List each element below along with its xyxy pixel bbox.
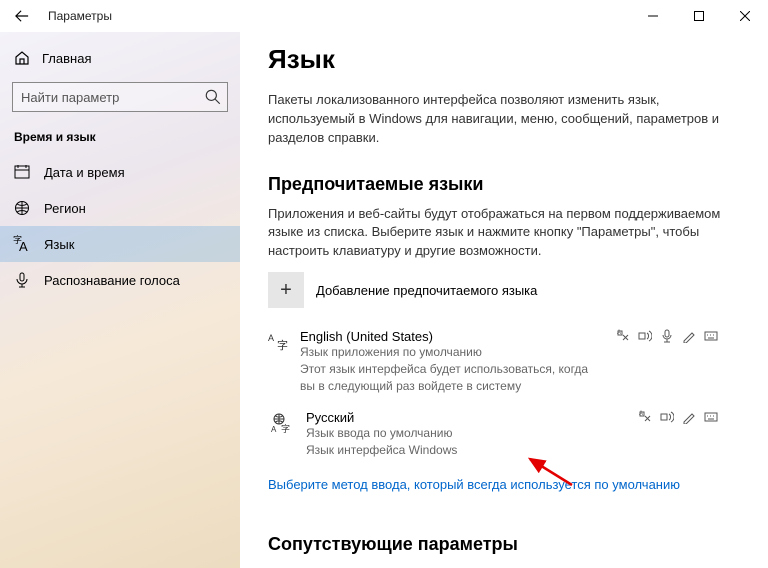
language-feature-badges: A: [638, 410, 718, 424]
svg-text:A: A: [271, 425, 277, 434]
minimize-button[interactable]: [630, 0, 676, 32]
add-language-button[interactable]: + Добавление предпочитаемого языка: [268, 267, 724, 313]
sidebar-item-region[interactable]: Регион: [0, 190, 240, 226]
display-lang-icon: A: [616, 329, 630, 343]
back-button[interactable]: [0, 0, 44, 32]
sidebar: Главная Время и язык Дата и время Регион…: [0, 32, 240, 568]
svg-text:A: A: [617, 330, 621, 336]
search-input[interactable]: [12, 82, 228, 112]
svg-text:A: A: [639, 411, 643, 417]
plus-icon: +: [268, 272, 304, 308]
sidebar-item-label: Регион: [44, 201, 86, 216]
default-input-method-link[interactable]: Выберите метод ввода, который всегда исп…: [268, 477, 680, 492]
caption-buttons: [630, 0, 768, 32]
language-note: Язык интерфейса Windows: [306, 442, 457, 459]
maximize-icon: [694, 11, 704, 21]
keyboard-icon: [704, 410, 718, 424]
sidebar-group-header: Время и язык: [0, 122, 240, 154]
speech-recog-icon: [660, 329, 674, 343]
keyboard-icon: [704, 329, 718, 343]
language-a-icon: 字A: [14, 236, 30, 252]
sidebar-item-speech[interactable]: Распознавание голоса: [0, 262, 240, 298]
language-note: Этот язык интерфейса будет использоватьс…: [300, 361, 604, 395]
close-icon: [740, 11, 750, 21]
language-item-english[interactable]: A A字 English (United States) Язык прилож…: [268, 329, 724, 394]
handwriting-icon: [682, 329, 696, 343]
globe-icon: [14, 200, 30, 216]
page-title: Язык: [268, 44, 724, 75]
svg-text:A: A: [268, 333, 274, 343]
titlebar: Параметры: [0, 0, 768, 32]
language-glyph-globe-icon: A字: [268, 410, 296, 434]
svg-text:字: 字: [277, 338, 288, 352]
language-subtitle: Язык приложения по умолчанию: [300, 344, 604, 361]
home-link[interactable]: Главная: [0, 40, 240, 76]
language-glyph-icon: A字: [268, 329, 290, 353]
search-box[interactable]: [12, 82, 228, 112]
svg-text:字: 字: [281, 423, 290, 434]
intro-text: Пакеты локализованного интерфейса позвол…: [268, 91, 724, 148]
home-icon: [14, 50, 30, 66]
language-name: English (United States): [300, 329, 604, 344]
sidebar-item-language[interactable]: 字A Язык: [0, 226, 240, 262]
display-lang-icon: A: [638, 410, 652, 424]
sidebar-item-label: Язык: [44, 237, 74, 252]
sidebar-item-label: Дата и время: [44, 165, 125, 180]
microphone-icon: [14, 272, 30, 288]
language-subtitle: Язык ввода по умолчанию: [306, 425, 457, 442]
calendar-icon: [14, 164, 30, 180]
language-feature-badges: A: [616, 329, 718, 343]
preferred-languages-desc: Приложения и веб-сайты будут отображатьс…: [268, 205, 724, 262]
text-to-speech-icon: [638, 329, 652, 343]
close-button[interactable]: [722, 0, 768, 32]
minimize-icon: [648, 11, 658, 21]
preferred-languages-heading: Предпочитаемые языки: [268, 174, 724, 195]
related-settings-heading: Сопутствующие параметры: [268, 534, 724, 555]
text-to-speech-icon: [660, 410, 674, 424]
window-title: Параметры: [44, 9, 112, 23]
language-name: Русский: [306, 410, 457, 425]
sidebar-item-label: Распознавание голоса: [44, 273, 180, 288]
language-item-russian[interactable]: A A字 Русский Язык ввода по умолчанию Язы…: [268, 410, 724, 459]
handwriting-icon: [682, 410, 696, 424]
content-area: Язык Пакеты локализованного интерфейса п…: [240, 32, 768, 568]
home-label: Главная: [42, 51, 91, 66]
back-arrow-icon: [15, 9, 29, 23]
add-language-label: Добавление предпочитаемого языка: [316, 283, 537, 298]
search-icon: [204, 88, 222, 106]
sidebar-item-date-time[interactable]: Дата и время: [0, 154, 240, 190]
maximize-button[interactable]: [676, 0, 722, 32]
